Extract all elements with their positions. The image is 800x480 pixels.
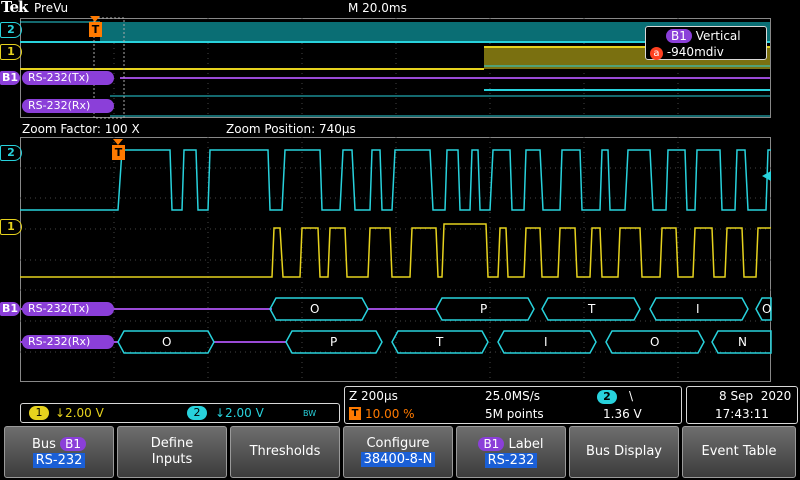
softkey-bus[interactable]: Bus B1 RS-232 — [4, 426, 114, 478]
acquisition-panel[interactable]: Z 200µs T 10.00 % 25.0MS/s 5M points 2 \… — [344, 386, 682, 424]
zoom-timebase: Z 200µs — [349, 389, 398, 403]
ch1-badge: 1 — [29, 406, 49, 420]
waveform-display — [20, 16, 772, 382]
bus-badge: B1 — [666, 29, 692, 43]
date: 8 Sep 2020 — [719, 389, 792, 403]
bus-zoom-marker[interactable]: B1 — [0, 302, 20, 316]
zoom-position: Zoom Position: 740µs — [226, 122, 356, 136]
softkey-configure[interactable]: Configure 38400-8-N — [343, 426, 453, 478]
zoom-rx-label: RS-232(Rx) — [22, 335, 114, 349]
zoom-trigger-marker[interactable]: T — [112, 145, 125, 160]
bandwidth-limit-icon: BW — [303, 409, 317, 418]
trigger-level: 1.36 V — [603, 407, 642, 421]
record-length: 5M points — [485, 407, 544, 421]
trigger-slope-icon: \ — [629, 389, 634, 403]
sample-rate: 25.0MS/s — [485, 389, 540, 403]
zoom-ch1-trace — [20, 223, 771, 278]
bus-type-value: RS-232 — [32, 452, 86, 468]
softkey-define-inputs[interactable]: Define Inputs — [117, 426, 227, 478]
vertical-popup[interactable]: B1 Vertical a -940mdiv — [645, 26, 767, 60]
rx-byte: T — [436, 335, 444, 349]
softkey-bus-display[interactable]: Bus Display — [569, 426, 679, 478]
ch2-scale: ↓2.00 V — [215, 406, 264, 420]
time: 17:43:11 — [715, 407, 769, 421]
configure-value: 38400-8-N — [360, 452, 436, 467]
overview-bus-rx — [110, 95, 770, 117]
tx-byte: O — [762, 302, 772, 316]
softkey-event-table[interactable]: Event Table — [682, 426, 796, 478]
vertical-title: Vertical — [695, 29, 741, 43]
ch1-zoom-marker[interactable]: 1 — [0, 219, 22, 235]
ch2-zoom-marker[interactable]: 2 — [0, 145, 22, 161]
rx-byte: I — [544, 335, 548, 349]
rx-byte: N — [738, 335, 747, 349]
tx-byte: P — [480, 302, 488, 316]
trigger-source-badge: 2 — [597, 390, 617, 404]
ch1-scale: ↓2.00 V — [55, 406, 104, 420]
overview-trigger-marker[interactable]: T — [89, 22, 102, 37]
label-value: RS-232 — [484, 452, 538, 468]
zoom-factor: Zoom Factor: 100 X — [22, 122, 140, 136]
overview-rx-label: RS-232(Rx) — [22, 99, 114, 113]
tx-byte: T — [588, 302, 596, 316]
channel-readout-panel[interactable]: 1 ↓2.00 V 2 ↓2.00 V BW — [20, 403, 340, 423]
bus-overview-marker[interactable]: B1 — [0, 71, 20, 85]
tx-byte: I — [696, 302, 700, 316]
zoom-tx-label: RS-232(Tx) — [22, 302, 114, 316]
knob-a-icon: a — [650, 47, 663, 60]
rx-byte: O — [650, 335, 660, 349]
softkey-label[interactable]: B1 Label RS-232 — [456, 426, 566, 478]
vertical-offset-value: -940mdiv — [666, 45, 724, 59]
trigger-position: 10.00 % — [365, 407, 415, 421]
datetime-panel: 8 Sep 2020 17:43:11 — [686, 386, 798, 424]
bus-badge: B1 — [60, 436, 86, 451]
rx-byte: O — [162, 335, 172, 349]
tx-byte: O — [310, 302, 320, 316]
rx-byte: P — [330, 335, 338, 349]
ch2-badge: 2 — [187, 406, 207, 420]
ch1-overview-marker[interactable]: 1 — [0, 44, 22, 60]
zoom-ch2-trace — [20, 149, 771, 211]
ch2-overview-marker[interactable]: 2 — [0, 22, 22, 38]
trigger-position-icon: T — [349, 407, 361, 420]
softkey-thresholds[interactable]: Thresholds — [230, 426, 340, 478]
bus-badge: B1 — [478, 436, 505, 451]
overview-tx-label: RS-232(Tx) — [22, 71, 114, 85]
